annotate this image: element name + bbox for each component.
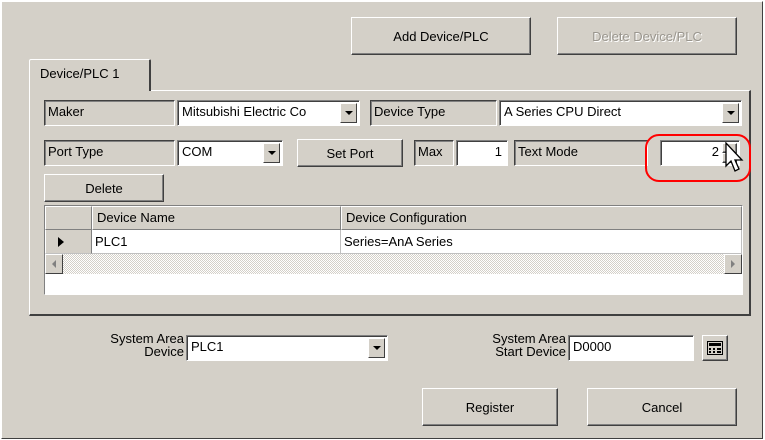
system-area-start-label-line2: Start Device <box>495 344 566 359</box>
column-header-device-configuration[interactable]: Device Configuration <box>341 206 742 230</box>
cancel-button[interactable]: Cancel <box>587 388 737 426</box>
maker-label: Maker <box>44 100 175 126</box>
device-type-dropdown-arrow[interactable] <box>722 103 739 123</box>
delete-device-button[interactable]: Delete Device/PLC <box>557 17 737 55</box>
scroll-left-button[interactable] <box>45 254 63 274</box>
max-value: 1 <box>494 144 502 159</box>
delete-button[interactable]: Delete <box>44 174 164 202</box>
maker-value: Mitsubishi Electric Co <box>182 104 307 119</box>
chevron-down-icon <box>267 151 276 155</box>
chevron-down-icon <box>726 111 735 115</box>
row-pointer-icon <box>57 236 64 247</box>
add-device-button[interactable]: Add Device/PLC <box>351 17 531 55</box>
system-area-start-value: D0000 <box>573 339 612 354</box>
tab-device-plc-1[interactable]: Device/PLC 1 <box>29 59 151 91</box>
arrow-right-icon <box>731 260 735 268</box>
chevron-down-icon <box>344 111 353 115</box>
system-area-start-label: System Area Start Device <box>462 332 566 358</box>
text-mode-label: Text Mode <box>514 140 648 166</box>
maker-dropdown-arrow[interactable] <box>340 103 357 123</box>
port-type-dropdown[interactable]: COM <box>177 140 283 166</box>
port-type-value: COM <box>182 144 213 159</box>
system-area-device-label: System Area Device <box>82 332 184 358</box>
keypad-icon <box>707 341 723 355</box>
maker-dropdown[interactable]: Mitsubishi Electric Co <box>177 100 360 126</box>
column-header-device-name[interactable]: Device Name <box>92 206 341 230</box>
max-field: 1 <box>456 140 508 166</box>
system-area-device-dropdown[interactable]: PLC1 <box>186 335 388 361</box>
device-type-value: A Series CPU Direct <box>504 104 622 119</box>
scroll-right-button[interactable] <box>724 254 742 274</box>
set-port-button[interactable]: Set Port <box>297 139 403 167</box>
horizontal-scrollbar[interactable] <box>45 254 742 274</box>
row-selector[interactable] <box>45 230 92 254</box>
device-type-label: Device Type <box>370 100 497 126</box>
max-label: Max <box>414 140 454 166</box>
device-table: Device Name Device Configuration PLC1 Se… <box>44 205 743 295</box>
device-name-cell[interactable]: PLC1 <box>92 230 341 254</box>
system-area-device-value: PLC1 <box>191 339 224 354</box>
system-area-start-field[interactable]: D0000 <box>568 335 694 361</box>
table-corner-header <box>45 206 92 230</box>
device-picker-button[interactable] <box>702 335 728 361</box>
tab-label: Device/PLC 1 <box>40 66 120 81</box>
mouse-cursor-icon <box>725 142 744 172</box>
device-plc-dialog: Add Device/PLC Delete Device/PLC Device/… <box>1 1 763 439</box>
port-type-label: Port Type <box>44 140 175 166</box>
device-type-dropdown[interactable]: A Series CPU Direct <box>499 100 742 126</box>
chevron-down-icon <box>372 346 381 350</box>
system-area-device-dropdown-arrow[interactable] <box>368 338 385 358</box>
port-type-dropdown-arrow[interactable] <box>263 143 280 163</box>
system-area-device-label-line2: Device <box>144 344 184 359</box>
device-configuration-cell[interactable]: Series=AnA Series <box>341 230 742 254</box>
arrow-left-icon <box>52 260 56 268</box>
register-button[interactable]: Register <box>422 388 558 426</box>
